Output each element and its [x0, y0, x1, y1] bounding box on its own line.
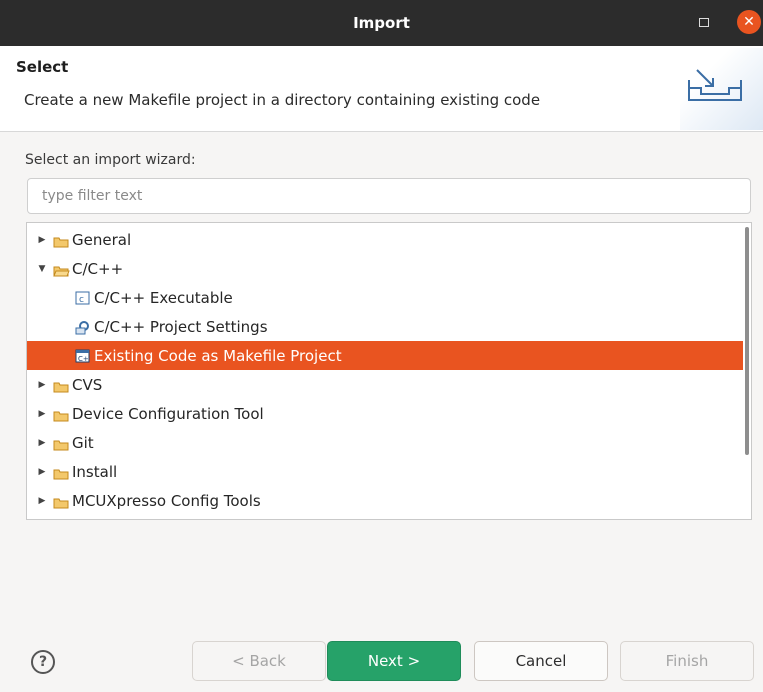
- folder-icon: [53, 466, 70, 479]
- executable-icon: c: [75, 290, 91, 306]
- folder-icon: [53, 379, 70, 392]
- header-description: Create a new Makefile project in a direc…: [24, 91, 541, 109]
- next-button[interactable]: Next >: [327, 641, 461, 681]
- tree-item-label: MCUXpresso Config Tools: [72, 491, 261, 510]
- tree-item-label: Git: [72, 433, 94, 452]
- expand-arrow-icon[interactable]: ▶: [35, 467, 49, 477]
- tree-item-label: CVS: [72, 375, 103, 394]
- tree-item-label: Install: [72, 462, 118, 481]
- settings-icon: [75, 319, 91, 335]
- expand-arrow-icon[interactable]: ▶: [35, 235, 49, 245]
- expand-arrow-icon[interactable]: ▶: [35, 438, 49, 448]
- tree-item-cpp-executable[interactable]: c C/C++ Executable: [27, 283, 743, 312]
- tree-item-cvs[interactable]: ▶ CVS: [27, 370, 743, 399]
- close-icon[interactable]: ✕: [737, 10, 761, 34]
- svg-text:C+: C+: [78, 355, 89, 363]
- tree-item-label: C/C++ Project Settings: [94, 317, 268, 336]
- cancel-button[interactable]: Cancel: [474, 641, 608, 681]
- tree-item-device-configuration-tool[interactable]: ▶ Device Configuration Tool: [27, 399, 743, 428]
- wizard-tree[interactable]: ▶ General ▼ C/C++ c C/C++ Executable C/C…: [26, 222, 752, 520]
- import-wizard-banner-icon: [680, 48, 763, 130]
- window-title: Import: [353, 14, 410, 32]
- tree-item-label: C/C++: [72, 259, 124, 278]
- tree-item-label: General: [72, 230, 132, 249]
- tree-item-install[interactable]: ▶ Install: [27, 457, 743, 486]
- folder-icon: [53, 495, 70, 508]
- tree-item-mcuxpresso-config-tools[interactable]: ▶ MCUXpresso Config Tools: [27, 486, 743, 515]
- collapse-arrow-icon[interactable]: ▼: [35, 264, 49, 274]
- expand-arrow-icon[interactable]: ▶: [35, 380, 49, 390]
- help-icon[interactable]: ?: [31, 650, 55, 674]
- expand-arrow-icon[interactable]: ▶: [35, 496, 49, 506]
- tree-item-cpp-project-settings[interactable]: C/C++ Project Settings: [27, 312, 743, 341]
- tree-item-label: C/C++ Executable: [94, 288, 233, 307]
- folder-open-icon: [53, 263, 70, 276]
- title-bar: Import ✕: [0, 0, 763, 46]
- filter-input[interactable]: [27, 178, 751, 214]
- expand-arrow-icon[interactable]: ▶: [35, 409, 49, 419]
- tree-item-cpp[interactable]: ▼ C/C++: [27, 254, 743, 283]
- tree-item-label: Device Configuration Tool: [72, 404, 264, 423]
- tree-item-general[interactable]: ▶ General: [27, 225, 743, 254]
- tree-scrollbar[interactable]: [745, 227, 749, 455]
- wizard-label: Select an import wizard:: [25, 152, 196, 168]
- wizard-header: Select Create a new Makefile project in …: [0, 46, 763, 132]
- folder-icon: [53, 408, 70, 421]
- folder-icon: [53, 234, 70, 247]
- svg-text:c: c: [79, 295, 84, 305]
- tree-item-existing-code-makefile[interactable]: C+ Existing Code as Makefile Project: [27, 341, 743, 370]
- back-button[interactable]: < Back: [192, 641, 326, 681]
- tree-item-label: Existing Code as Makefile Project: [94, 346, 342, 365]
- makefile-project-icon: C+: [75, 348, 91, 364]
- folder-icon: [53, 437, 70, 450]
- finish-button[interactable]: Finish: [620, 641, 754, 681]
- maximize-icon[interactable]: [699, 18, 709, 27]
- tree-item-git[interactable]: ▶ Git: [27, 428, 743, 457]
- header-title: Select: [16, 58, 69, 76]
